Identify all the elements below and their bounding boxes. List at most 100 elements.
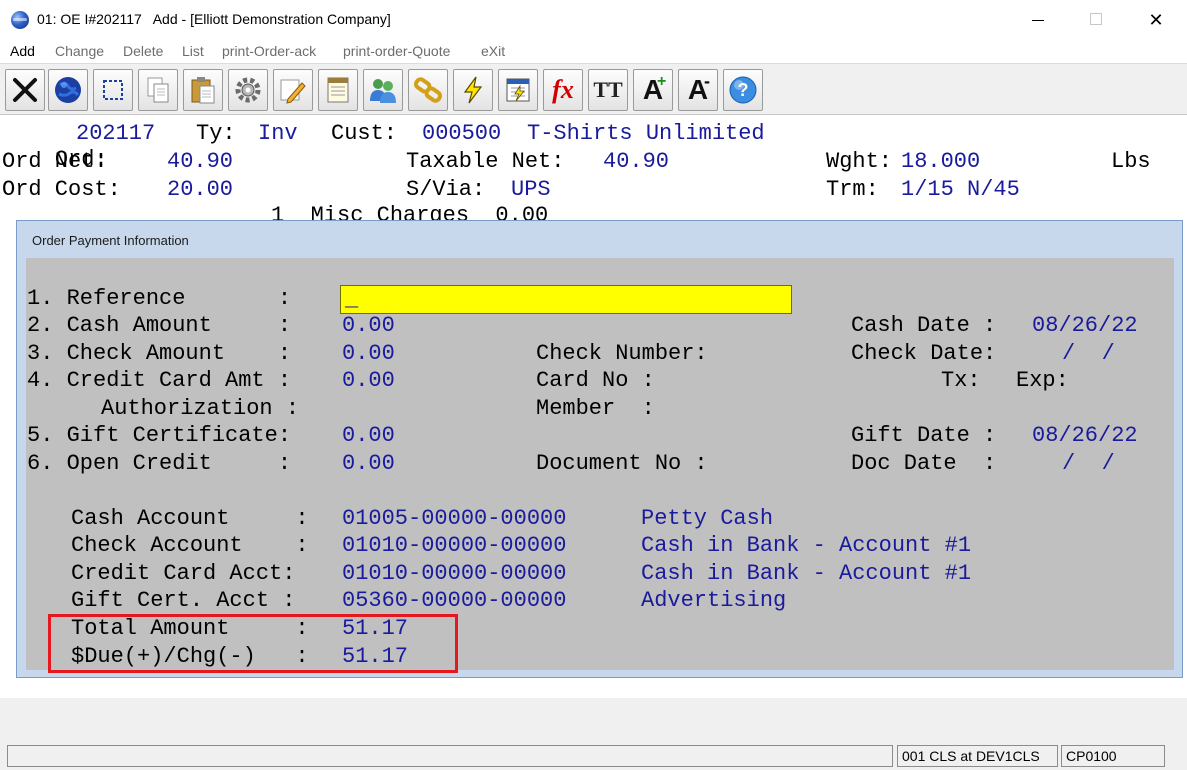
gift-date-value[interactable]: 08/26/22 — [1032, 423, 1138, 449]
tx-label: Tx: — [941, 368, 981, 393]
select-button[interactable] — [93, 69, 133, 111]
cash-amount-value[interactable]: 0.00 — [342, 313, 395, 339]
increase-font-icon: A + — [634, 70, 672, 110]
minimize-icon[interactable] — [1032, 20, 1044, 21]
cust-number[interactable]: 000500 — [422, 121, 501, 147]
users-icon — [364, 70, 402, 110]
link-button[interactable] — [408, 69, 448, 111]
close-window-button[interactable]: ✕ — [1141, 8, 1171, 32]
ship-via-value: UPS — [511, 177, 551, 202]
edit-button[interactable] — [273, 69, 313, 111]
exit-button[interactable] — [5, 69, 45, 111]
check-amount-value[interactable]: 0.00 — [342, 341, 395, 367]
credit-card-amount-value[interactable]: 0.00 — [342, 368, 395, 394]
notepad-icon — [319, 70, 357, 110]
menu-delete[interactable]: Delete — [123, 43, 163, 59]
check-number-label: Check Number: — [536, 341, 708, 366]
font-icon: TT — [589, 70, 627, 110]
doc-date-label: Doc Date : — [851, 451, 997, 476]
ord-number[interactable]: 202117 — [76, 121, 155, 147]
gift-cert-account-description: Advertising — [641, 588, 787, 613]
gift-certificate-value[interactable]: 0.00 — [342, 423, 395, 449]
open-credit-label: 6. Open Credit : — [27, 451, 292, 476]
credit-card-account-value[interactable]: 01010-00000-00000 — [342, 561, 566, 587]
check-account-label: Check Account : — [71, 533, 309, 558]
menu-bar: Add Change Delete List print-Order-ack p… — [0, 40, 1187, 63]
dialog-body: 1. Reference : _ 2. Cash Amount : 0.00 C… — [26, 258, 1174, 670]
minus-icon: - — [704, 71, 710, 91]
doc-date-value[interactable]: / / — [1062, 451, 1115, 477]
menu-exit[interactable]: eXit — [481, 43, 505, 59]
document-no-label: Document No : — [536, 451, 708, 476]
ty-label: Ty: — [196, 121, 236, 146]
ord-cost-label: Ord Cost: — [2, 177, 121, 202]
gift-certificate-label: 5. Gift Certificate: — [27, 423, 292, 448]
calendar-icon — [499, 70, 537, 110]
globe-button[interactable] — [48, 69, 88, 111]
gift-cert-account-label: Gift Cert. Acct : — [71, 588, 296, 613]
ty-value[interactable]: Inv — [258, 121, 298, 147]
exp-label: Exp: — [1016, 368, 1069, 393]
help-icon: ? — [724, 70, 762, 110]
credit-card-amount-label: 4. Credit Card Amt : — [27, 368, 292, 393]
cust-label: Cust: — [331, 121, 398, 146]
ord-cost-value: 20.00 — [167, 177, 234, 202]
function-icon-label: fx — [552, 75, 574, 104]
function-icon: fx — [544, 70, 582, 110]
calendar-button[interactable] — [498, 69, 538, 111]
menu-list[interactable]: List — [182, 43, 204, 59]
maximize-icon[interactable] — [1090, 13, 1102, 25]
cash-amount-label: 2. Cash Amount : — [27, 313, 292, 338]
text-cursor: _ — [345, 287, 359, 312]
check-account-description: Cash in Bank - Account #1 — [641, 533, 972, 558]
plus-icon: + — [657, 73, 667, 90]
help-button[interactable]: ? — [723, 69, 763, 111]
font-icon-label: TT — [593, 77, 623, 102]
authorization-label: Authorization : — [101, 396, 300, 421]
decrease-font-button[interactable]: A - — [678, 69, 718, 111]
status-program-pane: CP0100 — [1061, 745, 1165, 767]
menu-add[interactable]: Add — [10, 43, 35, 59]
gift-cert-account-value[interactable]: 05360-00000-00000 — [342, 588, 566, 614]
check-amount-label: 3. Check Amount : — [27, 341, 292, 366]
check-date-label: Check Date: — [851, 341, 997, 366]
status-message-pane — [7, 745, 893, 767]
function-button[interactable]: fx — [543, 69, 583, 111]
cash-date-value[interactable]: 08/26/22 — [1032, 313, 1138, 339]
settings-button[interactable] — [228, 69, 268, 111]
menu-print-order-ack[interactable]: print-Order-ack — [222, 43, 316, 59]
cash-account-value[interactable]: 01005-00000-00000 — [342, 506, 566, 532]
reference-input[interactable]: _ — [340, 285, 792, 314]
credit-card-account-description: Cash in Bank - Account #1 — [641, 561, 972, 586]
cash-date-label: Cash Date : — [851, 313, 997, 338]
menu-change[interactable]: Change — [55, 43, 104, 59]
lightning-icon — [454, 70, 492, 110]
menu-print-order-quote[interactable]: print-order-Quote — [343, 43, 450, 59]
increase-font-button[interactable]: A + — [633, 69, 673, 111]
check-account-value[interactable]: 01010-00000-00000 — [342, 533, 566, 559]
users-button[interactable] — [363, 69, 403, 111]
weight-unit: Lbs — [1111, 149, 1151, 174]
ord-net-value: 40.90 — [167, 149, 234, 174]
title-bar: 01: OE I#202117 Add - [Elliott Demonstra… — [0, 0, 1187, 40]
status-user-pane: 001 CLS at DEV1CLS — [897, 745, 1058, 767]
copy-button[interactable] — [138, 69, 178, 111]
notepad-button[interactable] — [318, 69, 358, 111]
lightning-button[interactable] — [453, 69, 493, 111]
open-credit-value[interactable]: 0.00 — [342, 451, 395, 477]
help-icon-label: ? — [737, 79, 749, 100]
font-button[interactable]: TT — [588, 69, 628, 111]
window-title: 01: OE I#202117 Add - [Elliott Demonstra… — [37, 11, 391, 27]
globe-icon — [49, 70, 87, 110]
paste-button[interactable] — [183, 69, 223, 111]
cash-account-label: Cash Account : — [71, 506, 309, 531]
total-highlight-box — [48, 614, 458, 673]
settings-icon — [229, 70, 267, 110]
exit-icon — [6, 70, 44, 110]
cash-account-description: Petty Cash — [641, 506, 774, 531]
check-date-value[interactable]: / / — [1062, 341, 1115, 367]
card-no-label: Card No : — [536, 368, 655, 393]
terms-label: Trm: — [826, 177, 879, 202]
weight-label: Wght: — [826, 149, 893, 174]
decrease-font-icon: A - — [679, 70, 717, 110]
